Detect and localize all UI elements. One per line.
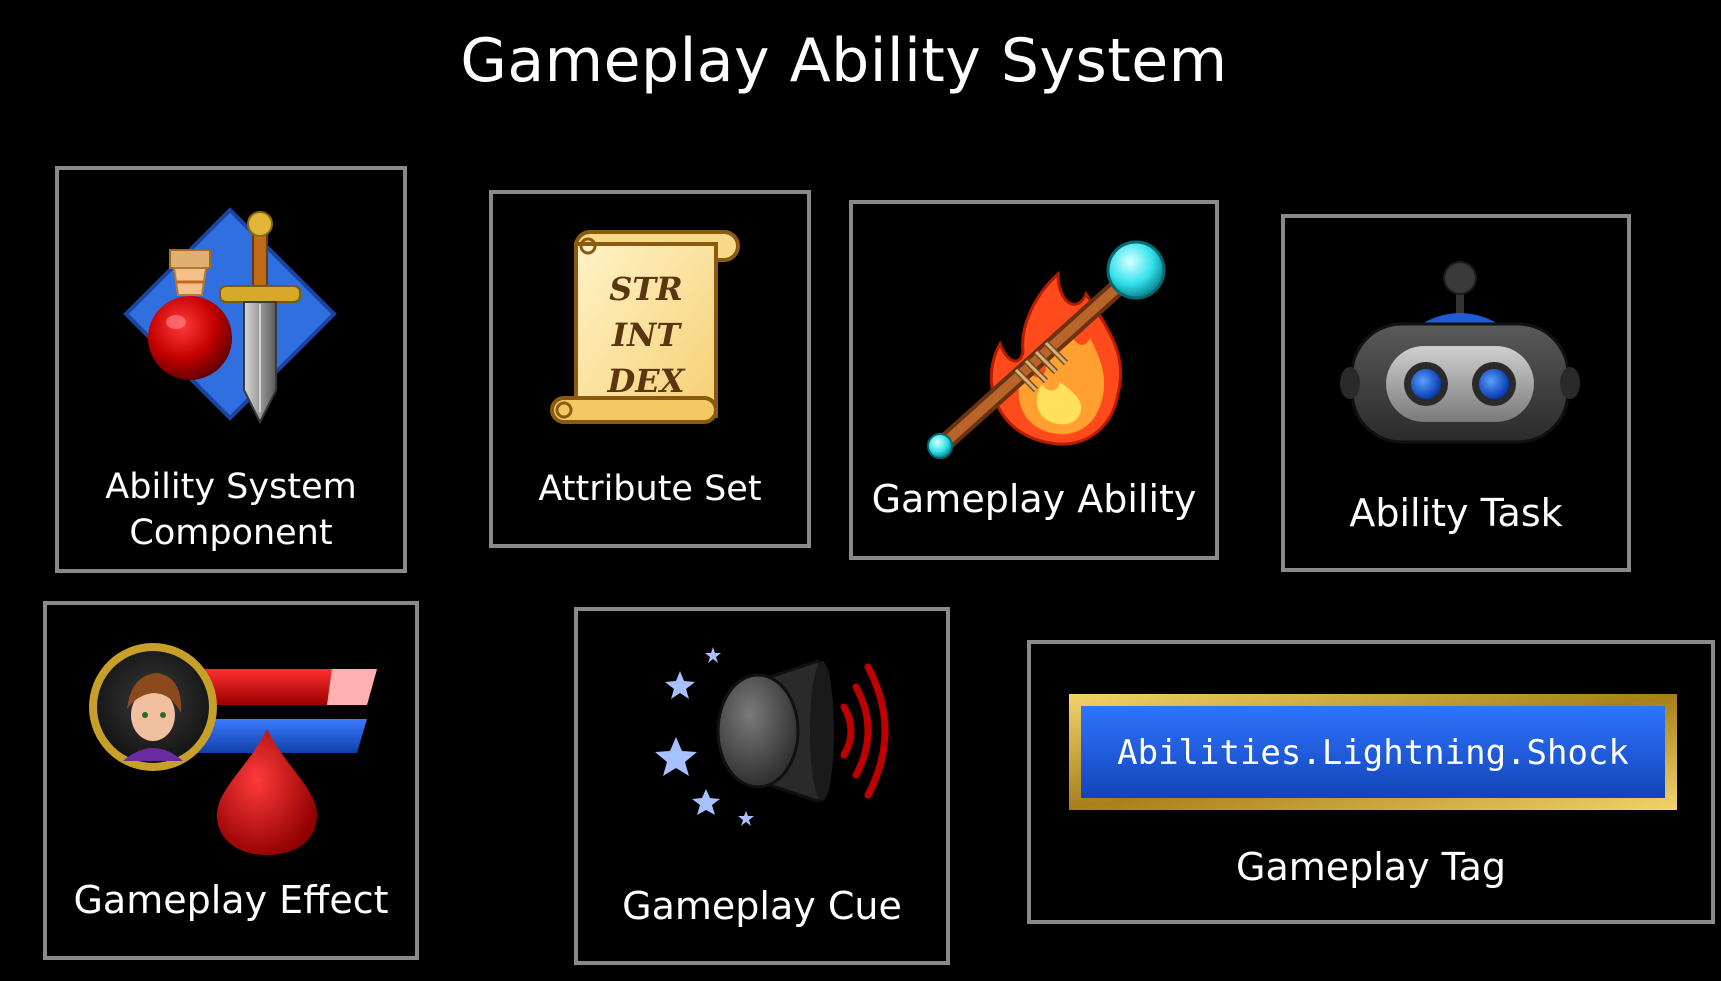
scroll-line-int: INT — [611, 316, 682, 354]
fire-staff-icon — [927, 240, 1166, 459]
health-bars-icon — [89, 643, 377, 855]
card-label: Attribute Set — [538, 469, 762, 509]
page-title: Gameplay Ability System — [460, 26, 1228, 96]
tag-text: Abilities.Lightning.Shock — [1117, 733, 1629, 773]
card-label: Gameplay Tag — [1236, 845, 1506, 889]
card-label-line-2: Component — [129, 513, 333, 553]
card-label-line-1: Ability System — [105, 467, 357, 507]
scroll-line-dex: DEX — [607, 362, 686, 400]
card-gameplay-cue: Gameplay Cue — [574, 607, 950, 965]
card-label: Ability Task — [1349, 491, 1563, 535]
robot-icon — [1340, 261, 1580, 444]
card-label: Ability System Component — [59, 464, 403, 556]
card-label: Gameplay Cue — [622, 884, 902, 928]
card-gameplay-effect: Gameplay Effect — [43, 601, 419, 960]
card-gameplay-ability: Gameplay Ability — [849, 200, 1219, 560]
scroll-line-str: STR — [609, 270, 683, 308]
tag-bar-icon: Abilities.Lightning.Shock — [1069, 694, 1677, 810]
potion-sword-icon — [123, 207, 337, 425]
card-label: Gameplay Effect — [73, 878, 389, 922]
card-gameplay-tag: Abilities.Lightning.Shock Gameplay Tag — [1027, 640, 1715, 924]
speaker-stars-icon — [655, 647, 889, 826]
card-ability-system-component: Ability System Component — [55, 166, 407, 573]
card-label: Gameplay Ability — [871, 477, 1197, 521]
card-ability-task: Ability Task — [1281, 214, 1631, 572]
scroll-icon: STR INT DEX — [550, 230, 740, 424]
card-attribute-set: STR INT DEX Attribute Set — [489, 190, 811, 548]
